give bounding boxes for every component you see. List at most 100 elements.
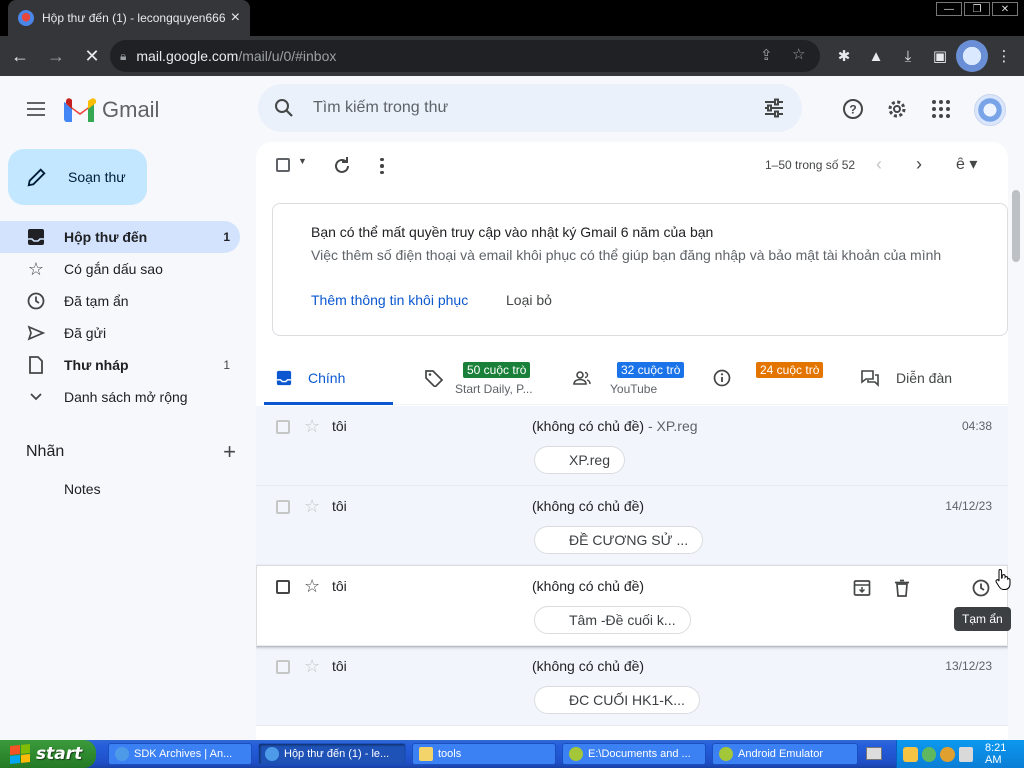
compose-label: Soạn thư <box>68 169 126 185</box>
compose-button[interactable]: Soạn thư <box>8 149 147 205</box>
back-button[interactable]: ← <box>4 40 36 72</box>
page-scrollbar[interactable] <box>1008 142 1024 740</box>
address-bar[interactable]: 🔒︎ mail.google.com/mail/u/0/#inbox ⇪ ☆ <box>110 40 820 72</box>
send-icon <box>26 323 46 343</box>
more-options-icon[interactable] <box>372 154 392 178</box>
row-checkbox[interactable] <box>276 580 290 594</box>
sidebar-item-snoozed[interactable]: Đã tạm ẩn <box>0 285 240 317</box>
system-clock: 8:21 AM <box>985 742 1007 766</box>
email-row[interactable]: ☆ tôi (không có chủ đề) 14/12/23 ĐỀ CƯƠN… <box>256 486 1008 566</box>
row-star-icon[interactable]: ☆ <box>304 416 320 437</box>
close-window-button[interactable]: ✕ <box>992 2 1018 16</box>
delete-trash-icon[interactable] <box>890 576 914 600</box>
main-menu-icon[interactable] <box>20 93 52 125</box>
taskbar-item-active[interactable]: Hộp thư đến (1) - le... <box>258 743 406 765</box>
sidebar-item-label: Danh sách mở rộng <box>64 389 188 405</box>
system-tray: 8:21 AM <box>896 740 1024 768</box>
search-input[interactable]: Tìm kiếm trong thư <box>313 99 448 117</box>
row-checkbox[interactable] <box>276 500 290 514</box>
attachment-chip[interactable]: ĐỀ CƯƠNG SỬ ... <box>534 526 704 554</box>
newer-page-icon[interactable]: › <box>916 154 922 175</box>
email-sender: tôi <box>332 578 347 594</box>
add-recovery-info-link[interactable]: Thêm thông tin khôi phục <box>311 292 468 308</box>
search-filter-icon[interactable] <box>762 96 786 120</box>
select-dropdown-icon[interactable]: ▼ <box>298 156 307 166</box>
browser-toolbar: ← → ✕ 🔒︎ mail.google.com/mail/u/0/#inbox… <box>0 36 1024 76</box>
restore-window-button[interactable]: ❐ <box>964 2 990 16</box>
tab-updates[interactable]: 24 cuộc trò <box>704 352 844 405</box>
stop-loading-button[interactable]: ✕ <box>76 40 108 72</box>
email-row-hovered[interactable]: ☆ tôi (không có chủ đề) Tâm -Đề cuối k..… <box>256 566 1008 646</box>
taskbar-item[interactable]: tools <box>412 743 556 765</box>
pagination-text: 1–50 trong số 52 <box>765 158 856 172</box>
scrollbar-thumb[interactable] <box>1012 190 1020 262</box>
dismiss-banner-button[interactable]: Loại bỏ <box>506 292 552 308</box>
side-panel-icon[interactable]: ▣ <box>924 40 956 72</box>
labs-flask-icon[interactable]: ▲ <box>860 40 892 72</box>
select-all-checkbox[interactable] <box>276 158 290 172</box>
tab-promotions[interactable]: 50 cuộc trò Start Daily, P... <box>416 352 556 405</box>
android-icon <box>719 747 733 761</box>
banner-description: Việc thêm số điện thoại và email khôi ph… <box>311 247 942 263</box>
older-page-icon[interactable]: ‹ <box>876 154 882 175</box>
promotions-senders: Start Daily, P... <box>455 382 533 396</box>
close-tab-icon[interactable]: × <box>231 9 240 27</box>
volume-icon[interactable] <box>958 746 973 762</box>
search-bar[interactable]: Tìm kiếm trong thư <box>258 84 802 132</box>
apps-grid-icon[interactable] <box>928 96 954 122</box>
archive-icon[interactable] <box>850 576 874 600</box>
email-row[interactable]: ☆ tôi (không có chủ đề) - XP.reg 04:38 X… <box>256 406 1008 486</box>
row-checkbox[interactable] <box>276 660 290 674</box>
tab-forums[interactable]: Diễn đàn <box>854 352 1004 405</box>
attachment-chip[interactable]: Tâm -Đề cuối k... <box>534 606 691 634</box>
sidebar-label-notes[interactable]: Notes <box>64 481 101 497</box>
input-tools-icon[interactable]: ȇ ▾ <box>956 154 977 174</box>
browser-tab-strip: Hộp thư đến (1) - lecongquyen666@ × — ❐ … <box>0 0 1024 36</box>
sidebar-item-drafts[interactable]: Thư nháp 1 <box>0 349 240 381</box>
start-button[interactable]: start <box>0 740 96 768</box>
snooze-tooltip: Tạm ẩn <box>954 607 1011 631</box>
email-row[interactable]: ☆ tôi (không có chủ đề) 13/12/23 ĐC CUỐI… <box>256 646 1008 726</box>
folder-icon <box>419 747 433 761</box>
keyboard-icon[interactable] <box>866 747 882 760</box>
browser-menu-icon[interactable]: ⋮ <box>988 40 1020 72</box>
sidebar-item-sent[interactable]: Đã gửi <box>0 317 240 349</box>
add-label-icon[interactable]: + <box>223 439 236 465</box>
search-icon[interactable] <box>272 96 296 120</box>
minimize-window-button[interactable]: — <box>936 2 962 16</box>
window-controls: — ❐ ✕ <box>936 2 1018 16</box>
account-avatar[interactable] <box>974 94 1006 126</box>
sidebar-item-inbox[interactable]: Hộp thư đến 1 <box>0 221 240 253</box>
search-tray-icon[interactable] <box>940 746 955 762</box>
security-shield-icon[interactable] <box>903 746 918 762</box>
snooze-clock-icon[interactable] <box>969 576 993 600</box>
tab-social[interactable]: 32 cuộc trò YouTube <box>564 352 694 405</box>
bookmark-star-icon[interactable]: ☆ <box>792 45 805 63</box>
refresh-icon[interactable] <box>330 154 354 178</box>
settings-gear-icon[interactable] <box>884 96 910 122</box>
sidebar-item-more[interactable]: Danh sách mở rộng <box>0 381 240 413</box>
attachment-chip[interactable]: ĐC CUỐI HK1-K... <box>534 686 700 714</box>
row-checkbox[interactable] <box>276 420 290 434</box>
attachment-chip[interactable]: XP.reg <box>534 446 625 474</box>
network-icon[interactable] <box>921 746 936 762</box>
taskbar-item[interactable]: E:\Documents and ... <box>562 743 706 765</box>
sidebar-item-starred[interactable]: ☆ Có gắn dấu sao <box>0 253 240 285</box>
tab-primary[interactable]: Chính <box>264 352 393 405</box>
help-icon[interactable]: ? <box>840 96 866 122</box>
extensions-icon[interactable]: ✱ <box>828 40 860 72</box>
taskbar-item[interactable]: SDK Archives | An... <box>108 743 252 765</box>
download-icon[interactable]: ⤓ <box>892 40 924 72</box>
forward-button[interactable]: → <box>40 40 72 72</box>
gmail-logo[interactable]: Gmail <box>64 97 159 123</box>
sidebar-item-count: 1 <box>223 358 230 372</box>
category-tabs: Chính 50 cuộc trò Start Daily, P... 32 c… <box>264 352 1008 405</box>
row-star-icon[interactable]: ☆ <box>304 496 320 517</box>
profile-button[interactable] <box>956 40 988 72</box>
browser-tab[interactable]: Hộp thư đến (1) - lecongquyen666@ × <box>8 0 250 36</box>
share-icon[interactable]: ⇪ <box>760 46 773 64</box>
email-sender: tôi <box>332 498 347 514</box>
row-star-icon[interactable]: ☆ <box>304 656 320 677</box>
taskbar-item[interactable]: Android Emulator <box>712 743 858 765</box>
row-star-icon[interactable]: ☆ <box>304 576 320 597</box>
